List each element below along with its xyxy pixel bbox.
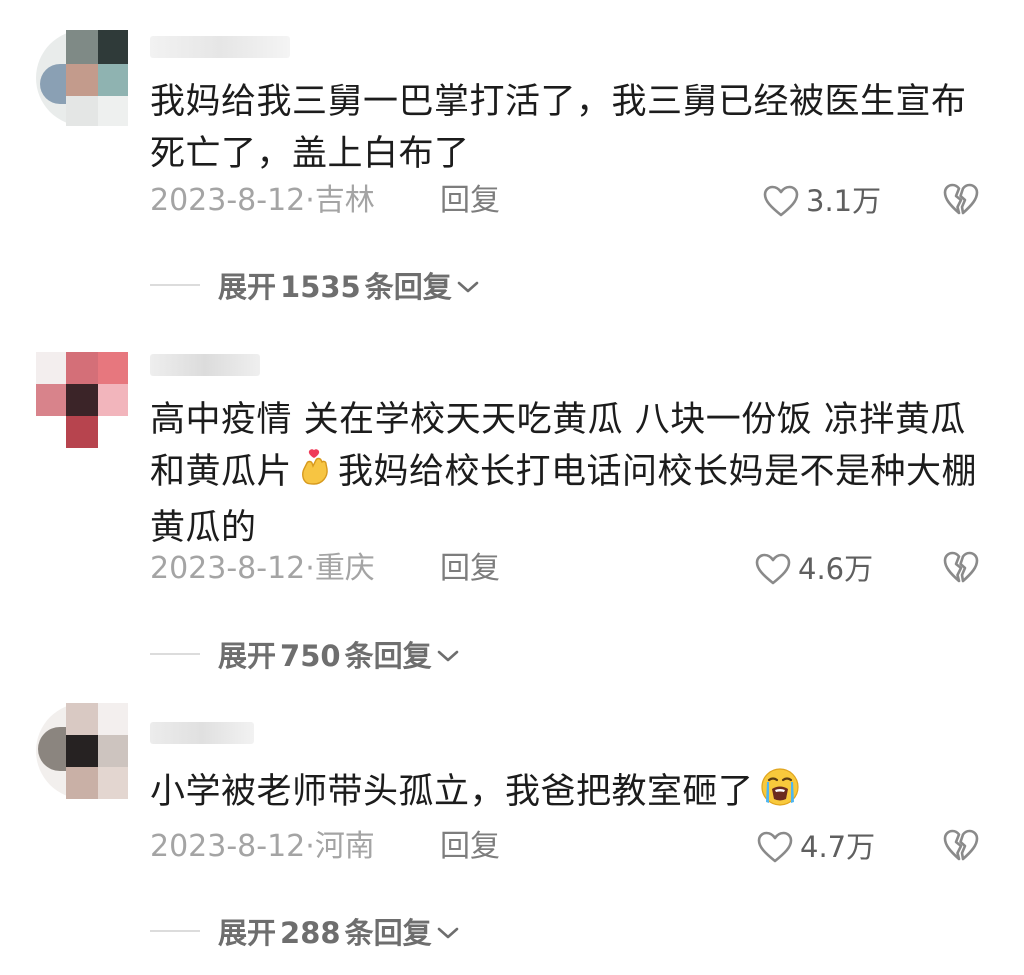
reply-button[interactable]: 回复	[440, 179, 500, 223]
like-button[interactable]: 4.6万	[754, 547, 873, 591]
heart-outline-icon	[756, 830, 794, 864]
divider	[150, 653, 200, 655]
reply-button[interactable]: 回复	[440, 547, 500, 591]
reply-button[interactable]: 回复	[440, 825, 500, 869]
username-blurred[interactable]	[150, 36, 290, 58]
comment-text: 高中疫情 关在学校天天吃黄瓜 八块一份饭 凉拌黄瓜和黄瓜片 我妈给校长打电话问校长…	[150, 400, 978, 548]
heart-outline-icon	[754, 552, 792, 586]
comment-meta: 2023-8-12·吉林 回复 3.1万	[150, 179, 990, 223]
like-count: 4.6万	[798, 552, 874, 586]
broken-heart-icon[interactable]	[942, 550, 980, 599]
avatar[interactable]	[36, 352, 128, 448]
chevron-down-icon	[456, 268, 480, 302]
heart-outline-icon	[762, 184, 800, 218]
like-button[interactable]: 3.1万	[762, 179, 881, 223]
avatar[interactable]	[36, 30, 128, 126]
expand-replies-label: 展开 1535 条回复	[218, 270, 452, 304]
loudly-crying-emoji	[760, 767, 800, 822]
chevron-down-icon	[436, 914, 460, 948]
expand-replies-label: 展开 750 条回复	[218, 639, 432, 673]
broken-heart-icon[interactable]	[942, 828, 980, 877]
username-blurred[interactable]	[150, 354, 260, 376]
expand-replies-button[interactable]: 展开 750 条回复	[150, 632, 460, 676]
broken-heart-icon[interactable]	[942, 182, 980, 231]
username-blurred[interactable]	[150, 722, 254, 744]
comment-text: 小学被老师带头孤立，我爸把教室砸了	[150, 766, 980, 822]
expand-replies-button[interactable]: 展开 1535 条回复	[150, 263, 480, 307]
chevron-down-icon	[436, 637, 460, 671]
expand-replies-label: 展开 288 条回复	[218, 916, 432, 950]
expand-replies-button[interactable]: 展开 288 条回复	[150, 909, 460, 953]
comment-meta: 2023-8-12·河南 回复 4.7万	[150, 825, 990, 869]
divider	[150, 284, 200, 286]
like-count: 4.7万	[800, 830, 876, 864]
comment-text: 我妈给我三舅一巴掌打活了，我三舅已经被医生宣布死亡了，盖上白布了	[150, 82, 967, 174]
divider	[150, 930, 200, 932]
finger-heart-emoji	[298, 449, 332, 502]
comment-meta: 2023-8-12·重庆 回复 4.6万	[150, 547, 990, 591]
like-button[interactable]: 4.7万	[756, 825, 875, 869]
comment-date-location: 2023-8-12·吉林	[150, 183, 375, 218]
avatar[interactable]	[36, 703, 128, 799]
comment-date-location: 2023-8-12·重庆	[150, 551, 375, 586]
comment-date-location: 2023-8-12·河南	[150, 829, 375, 864]
like-count: 3.1万	[806, 184, 882, 218]
